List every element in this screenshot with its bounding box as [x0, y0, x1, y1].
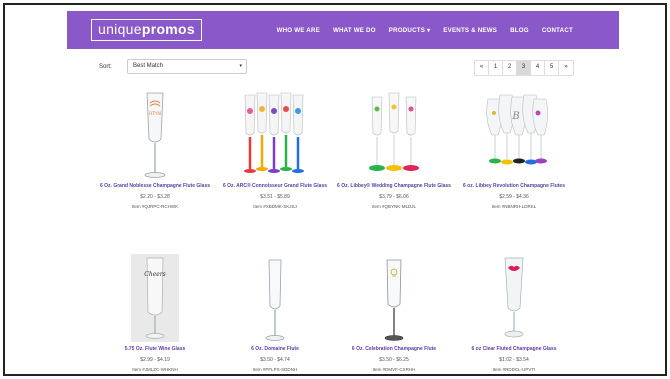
- product-name[interactable]: 5.75 Oz. Flute Wine Glass: [95, 346, 215, 353]
- product-name[interactable]: 6 Oz. Grand Noblesse Champagne Flute Gla…: [95, 183, 215, 190]
- product-name[interactable]: 6 Oz. Celebration Champagne Flute: [334, 346, 454, 353]
- product-item-number: Item #QBYNK-MLDJL: [371, 203, 416, 209]
- sort-selected-value: Best Match: [133, 63, 164, 69]
- pagination-page-4[interactable]: 4: [531, 61, 545, 75]
- product-card[interactable]: B 6 oz. Libbey Revolution Champagne Flut…: [454, 89, 574, 209]
- pagination-page-5[interactable]: 5: [545, 61, 559, 75]
- product-name[interactable]: 6 Oz. Domaine Flute: [215, 346, 335, 353]
- product-card[interactable]: 6 Oz. Domaine Flute $3.50 - $4.74 Item #…: [215, 252, 335, 372]
- page-frame: uniquepromos WHO WE ARE WHAT WE DO PRODU…: [3, 3, 667, 376]
- nav-contact[interactable]: CONTACT: [542, 27, 573, 34]
- svg-text:B: B: [511, 111, 519, 122]
- product-item-number: Item #RDDCL-UPVTI: [492, 366, 536, 372]
- product-price: $3.50 - $4.74: [260, 356, 290, 363]
- product-image[interactable]: [334, 89, 454, 181]
- site-header: uniquepromos WHO WE ARE WHAT WE DO PRODU…: [67, 11, 619, 49]
- product-card[interactable]: 6 Oz. Celebration Champagne Flute $3.50 …: [334, 252, 454, 372]
- chevron-down-icon: ▾: [239, 63, 242, 69]
- product-item-number: Item #QJRPC-RCHWK: [131, 203, 179, 209]
- site-logo[interactable]: uniquepromos: [91, 19, 202, 41]
- product-card[interactable]: Cheers 5.75 Oz. Flute Wine Glass $2.99 -…: [95, 252, 215, 372]
- sort-label: Sort:: [99, 64, 112, 70]
- logo-text-light: unique: [98, 21, 142, 37]
- pagination-page-1[interactable]: 1: [489, 61, 503, 75]
- nav-blog[interactable]: BLOG: [510, 27, 529, 34]
- sort-select[interactable]: Best Match ▾: [127, 59, 247, 74]
- product-name[interactable]: 6 oz Clear Fluted Champagne Glass: [454, 346, 574, 353]
- product-image[interactable]: [215, 89, 335, 181]
- product-card[interactable]: 6 Oz. Libbey® Wedding Champagne Flute Gl…: [334, 89, 454, 209]
- product-price: $1.02 - $3.54: [499, 356, 529, 363]
- product-card[interactable]: 6 oz Clear Fluted Champagne Glass $1.02 …: [454, 252, 574, 372]
- product-price: $2.99 - $4.19: [140, 356, 170, 363]
- nav-events-news[interactable]: EVENTS & NEWS: [443, 27, 497, 34]
- product-name[interactable]: 6 Oz. ARC® Connoisseur Grand Flute Glass: [215, 183, 335, 190]
- product-image[interactable]: RTYN: [95, 89, 215, 181]
- nav-who-we-are[interactable]: WHO WE ARE: [277, 27, 320, 34]
- product-image[interactable]: Cheers: [95, 252, 215, 344]
- product-price: $3.50 - $6.25: [379, 356, 409, 363]
- product-price: $2.59 - $4.36: [499, 193, 529, 200]
- product-item-number: Item #DMVF-CXRHH: [372, 366, 416, 372]
- product-price: $3.79 - $6.06: [379, 193, 409, 200]
- pagination: « 1 2 3 4 5 »: [474, 60, 574, 76]
- pagination-page-2[interactable]: 2: [503, 61, 517, 75]
- svg-text:RTYN: RTYN: [149, 111, 161, 117]
- nav-what-we-do[interactable]: WHAT WE DO: [333, 27, 376, 34]
- product-price: $3.51 - $5.89: [260, 193, 290, 200]
- product-card[interactable]: 6 Oz. ARC® Connoisseur Grand Flute Glass…: [215, 89, 335, 209]
- product-card[interactable]: RTYN 6 Oz. Grand Noblesse Champagne Flut…: [95, 89, 215, 209]
- product-item-number: Item #PFLPS-SDDNH: [252, 366, 298, 372]
- pagination-prev[interactable]: «: [475, 61, 489, 75]
- product-image[interactable]: [215, 252, 335, 344]
- product-item-number: Item #NBNRH-LDRKL: [491, 203, 537, 209]
- product-item-number: Item #JMLZC-WHKNH: [132, 366, 178, 372]
- product-image[interactable]: [334, 252, 454, 344]
- logo-text-bold: promos: [141, 21, 195, 37]
- pagination-next[interactable]: »: [559, 61, 573, 75]
- product-item-number: Item #XBDMK-SKJSJ: [253, 203, 297, 209]
- product-name[interactable]: 6 oz. Libbey Revolution Champagne Flutes: [454, 183, 574, 190]
- product-image[interactable]: [454, 252, 574, 344]
- product-price: $2.20 - $3.28: [140, 193, 170, 200]
- main-nav: WHO WE ARE WHAT WE DO PRODUCTS ▾ EVENTS …: [277, 11, 573, 49]
- nav-products[interactable]: PRODUCTS ▾: [389, 27, 431, 34]
- svg-text:Cheers: Cheers: [144, 271, 166, 278]
- pagination-page-3[interactable]: 3: [517, 61, 531, 75]
- product-image[interactable]: B: [454, 89, 574, 181]
- product-name[interactable]: 6 Oz. Libbey® Wedding Champagne Flute Gl…: [334, 183, 454, 190]
